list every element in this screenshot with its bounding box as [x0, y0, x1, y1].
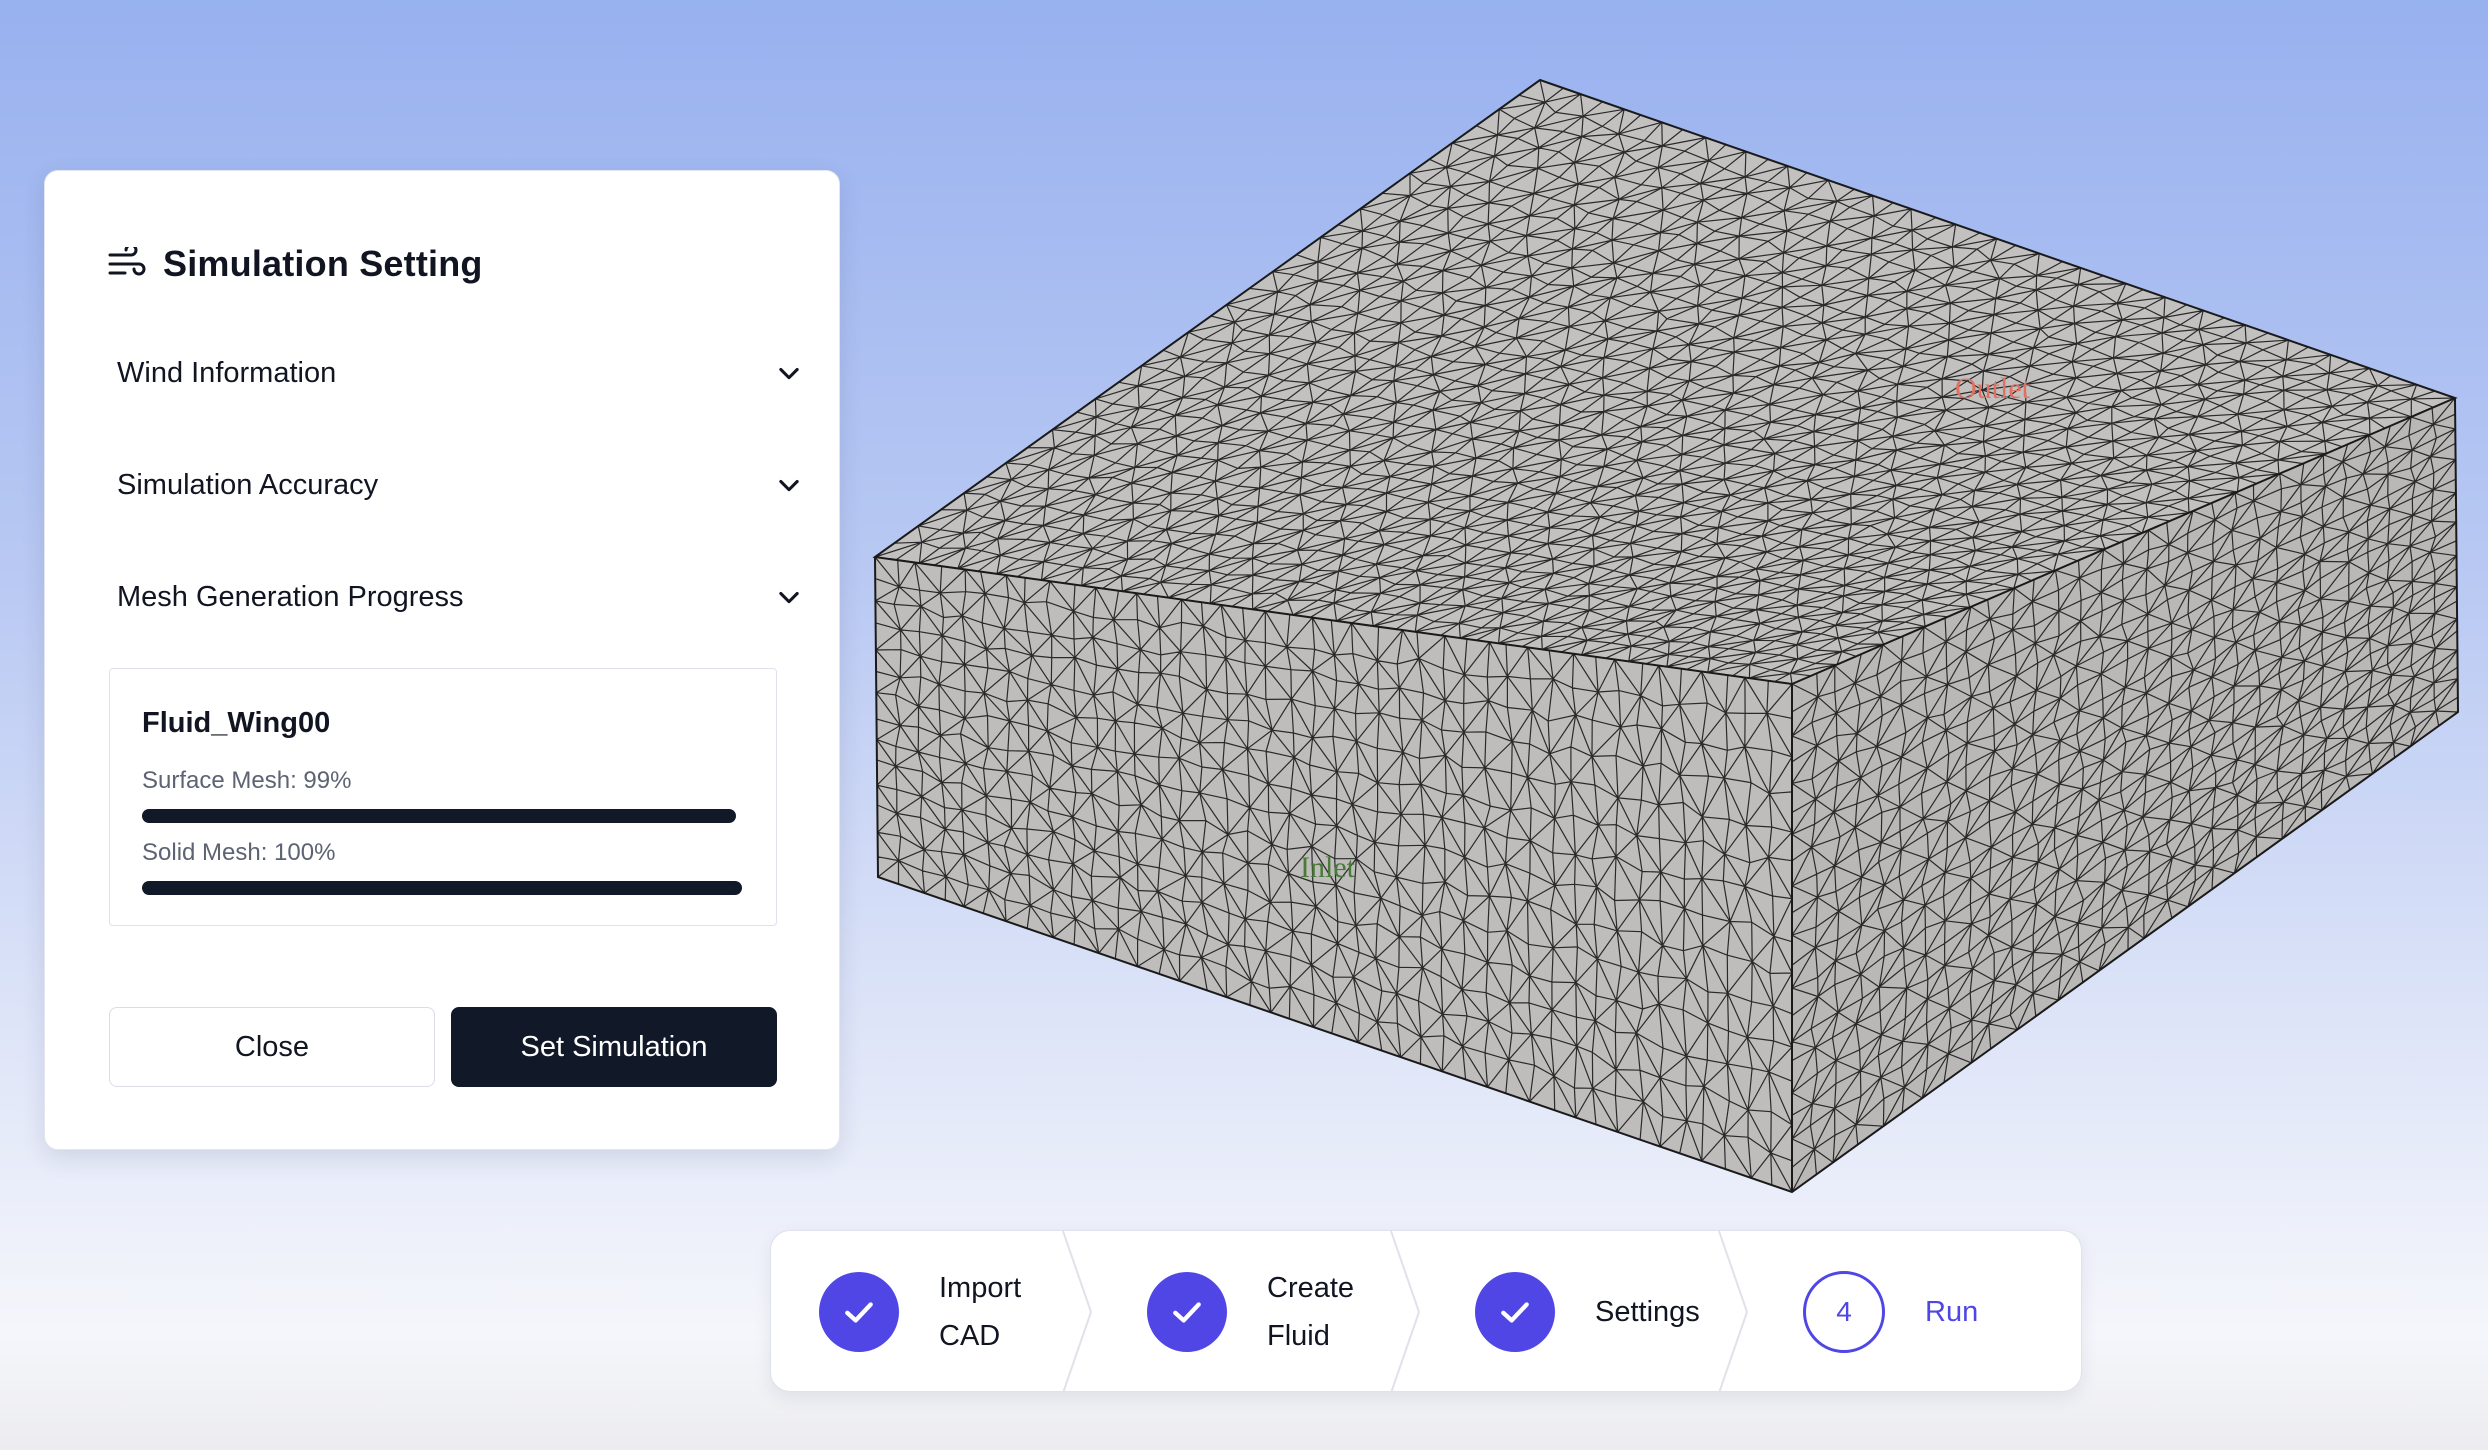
step-label: Create Fluid: [1267, 1264, 1354, 1360]
close-button[interactable]: Close: [109, 1007, 435, 1087]
step-divider: [1390, 1231, 1421, 1391]
solid-mesh-label: Solid Mesh: 100%: [142, 839, 336, 866]
check-icon: [845, 1302, 873, 1323]
panel-header: Simulation Setting: [107, 243, 483, 285]
chevron-down-icon[interactable]: [775, 583, 803, 611]
outlet-label: Outlet: [1955, 372, 2031, 405]
step-label: Run: [1925, 1288, 1978, 1336]
accordion-label: Mesh Generation Progress: [117, 580, 464, 613]
surface-mesh-label: Surface Mesh: 99%: [142, 767, 352, 794]
inlet-label: Inlet: [1300, 851, 1356, 884]
step-settings[interactable]: Settings: [1475, 1231, 1700, 1391]
accordion-simulation-accuracy[interactable]: Simulation Accuracy: [117, 455, 817, 515]
simulation-setting-panel: Simulation Setting Wind Information Simu…: [44, 170, 840, 1150]
panel-title: Simulation Setting: [163, 243, 483, 284]
step-label-line1: Run: [1925, 1296, 1979, 1328]
step-create-fluid[interactable]: Create Fluid: [1147, 1231, 1354, 1391]
step-import-cad[interactable]: Import CAD: [819, 1231, 1021, 1391]
check-icon: [1173, 1302, 1201, 1323]
step-complete-badge: [1147, 1272, 1227, 1352]
step-label-line2: CAD: [939, 1320, 1001, 1352]
step-complete-badge: [1475, 1272, 1555, 1352]
step-divider: [1062, 1231, 1093, 1391]
accordion-label: Simulation Accuracy: [117, 468, 379, 501]
wind-icon: [108, 247, 146, 276]
step-label-line1: Create: [1267, 1272, 1355, 1304]
set-simulation-button[interactable]: Set Simulation: [451, 1007, 777, 1087]
chevron-down-icon[interactable]: [775, 471, 803, 499]
surface-mesh-progress-bar: [142, 809, 736, 823]
step-label-line2: Fluid: [1267, 1320, 1330, 1352]
step-number-badge: 4: [1803, 1271, 1885, 1353]
step-label-line1: Import: [939, 1272, 1022, 1304]
step-run[interactable]: 4 Run: [1803, 1231, 1978, 1391]
step-divider: [1718, 1231, 1749, 1391]
chevron-down-icon[interactable]: [775, 359, 803, 387]
mesh-name: Fluid_Wing00: [142, 707, 331, 739]
check-icon: [1501, 1302, 1529, 1323]
step-complete-badge: [819, 1272, 899, 1352]
accordion-label: Wind Information: [117, 356, 337, 389]
solid-mesh-progress-bar: [142, 881, 742, 895]
accordion-wind-information[interactable]: Wind Information: [117, 343, 817, 403]
step-label: Import CAD: [939, 1264, 1021, 1360]
step-label-line1: Settings: [1595, 1296, 1700, 1328]
workflow-stepper: Import CAD Create Fluid Settings 4 Run: [770, 1230, 2082, 1392]
accordion-mesh-generation-progress[interactable]: Mesh Generation Progress: [117, 567, 817, 627]
step-label: Settings: [1595, 1288, 1700, 1336]
mesh-progress-card: Fluid_Wing00 Surface Mesh: 99% Solid Mes…: [109, 668, 777, 926]
